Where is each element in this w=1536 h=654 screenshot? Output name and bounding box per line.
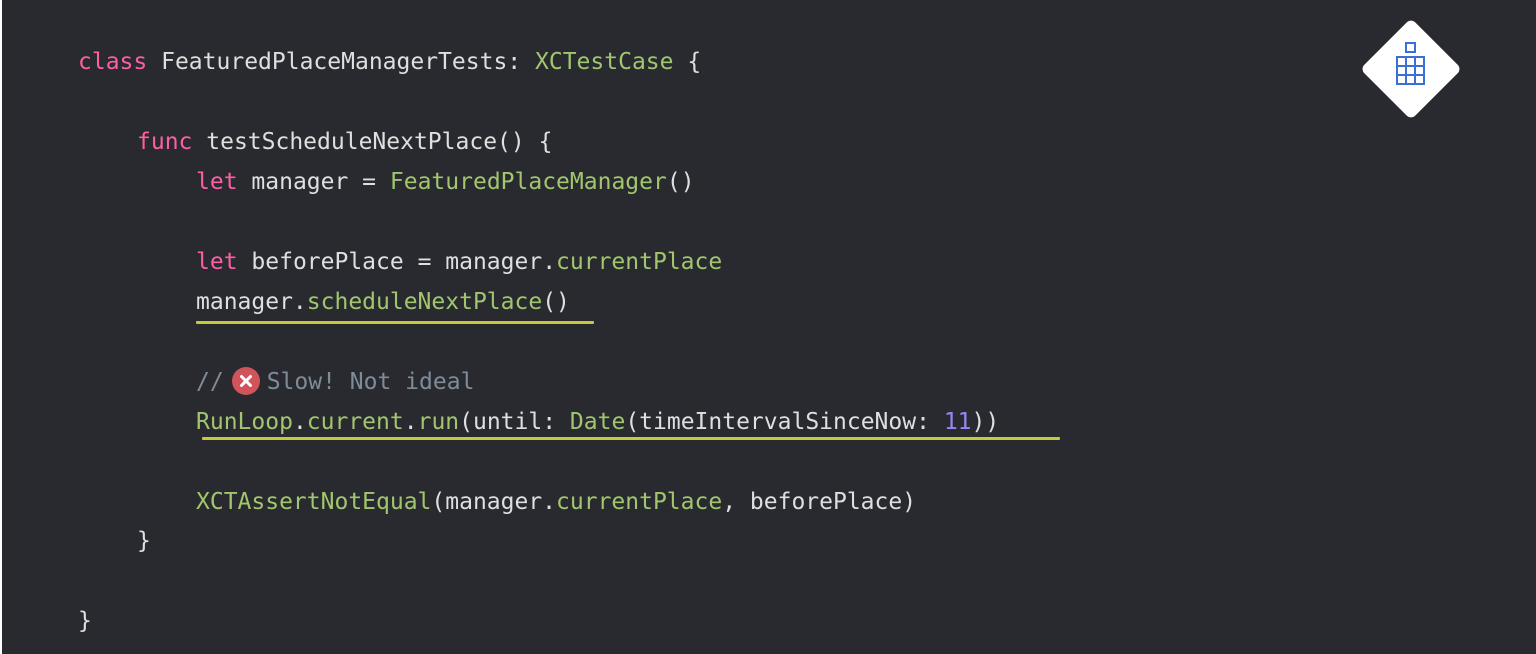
- call-parens: (): [666, 169, 695, 195]
- colon: :: [507, 49, 522, 75]
- close-parens: )): [971, 409, 1000, 435]
- keyword-class: class: [78, 49, 148, 75]
- arg-time-interval: (timeIntervalSinceNow:: [625, 409, 944, 435]
- call-parens: (): [542, 289, 570, 315]
- code-block: class FeaturedPlaceManagerTests: XCTestC…: [2, 0, 1536, 654]
- code-line-schedule: manager.scheduleNextPlace(): [196, 287, 570, 317]
- code-line-class-close: }: [78, 606, 92, 636]
- var-manager: manager =: [251, 169, 377, 195]
- building-icon: [1396, 42, 1425, 85]
- code-line-let-before: let beforePlace = manager.currentPlace: [196, 247, 722, 277]
- type-runloop: RunLoop: [196, 409, 293, 435]
- function-xct-assert: XCTAssertNotEqual: [196, 489, 432, 515]
- code-line-class-decl: class FeaturedPlaceManagerTests: XCTestC…: [78, 47, 701, 77]
- arg-until: (until:: [459, 409, 570, 435]
- func-name: testScheduleNextPlace() {: [206, 129, 553, 155]
- superclass-name: XCTestCase: [535, 49, 674, 75]
- close-brace: }: [78, 608, 92, 634]
- assert-open: (manager.: [431, 489, 557, 515]
- error-x-icon: [231, 367, 260, 395]
- keyword-let: let: [196, 169, 238, 195]
- code-line-runloop: RunLoop.current.run(until: Date(timeInte…: [196, 407, 999, 437]
- property-current: current: [306, 409, 404, 435]
- number-literal: 11: [943, 409, 972, 435]
- open-brace: {: [687, 49, 702, 75]
- code-line-let-manager: let manager = FeaturedPlaceManager(): [196, 167, 695, 197]
- dot: .: [292, 409, 307, 435]
- highlight-underline-schedule: [196, 321, 594, 324]
- method-schedule-next-place: scheduleNextPlace: [306, 289, 543, 315]
- object-manager: manager.: [196, 289, 307, 315]
- code-slide: class FeaturedPlaceManagerTests: XCTestC…: [2, 0, 1536, 654]
- code-line-func-close: }: [137, 526, 151, 556]
- initializer-call: FeaturedPlaceManager: [389, 169, 667, 195]
- assert-rest: , beforePlace): [722, 489, 917, 515]
- type-date: Date: [569, 409, 626, 435]
- keyword-func: func: [137, 129, 193, 155]
- highlight-underline-runloop: [202, 437, 1060, 440]
- comment-text: Slow! Not ideal: [266, 369, 475, 395]
- code-line-comment: // Slow! Not ideal: [196, 367, 474, 397]
- keyword-let: let: [196, 249, 238, 275]
- property-current-place: currentPlace: [556, 249, 723, 275]
- var-before-place: beforePlace = manager.: [251, 249, 557, 275]
- close-brace: }: [137, 528, 151, 554]
- property-current-place: currentPlace: [556, 489, 723, 515]
- code-line-assert: XCTAssertNotEqual(manager.currentPlace, …: [196, 487, 916, 517]
- dot: .: [403, 409, 418, 435]
- code-line-func-decl: func testScheduleNextPlace() {: [137, 127, 552, 157]
- comment-slashes: //: [196, 369, 224, 395]
- method-run: run: [417, 409, 460, 435]
- class-name: FeaturedPlaceManagerTests: [161, 49, 508, 75]
